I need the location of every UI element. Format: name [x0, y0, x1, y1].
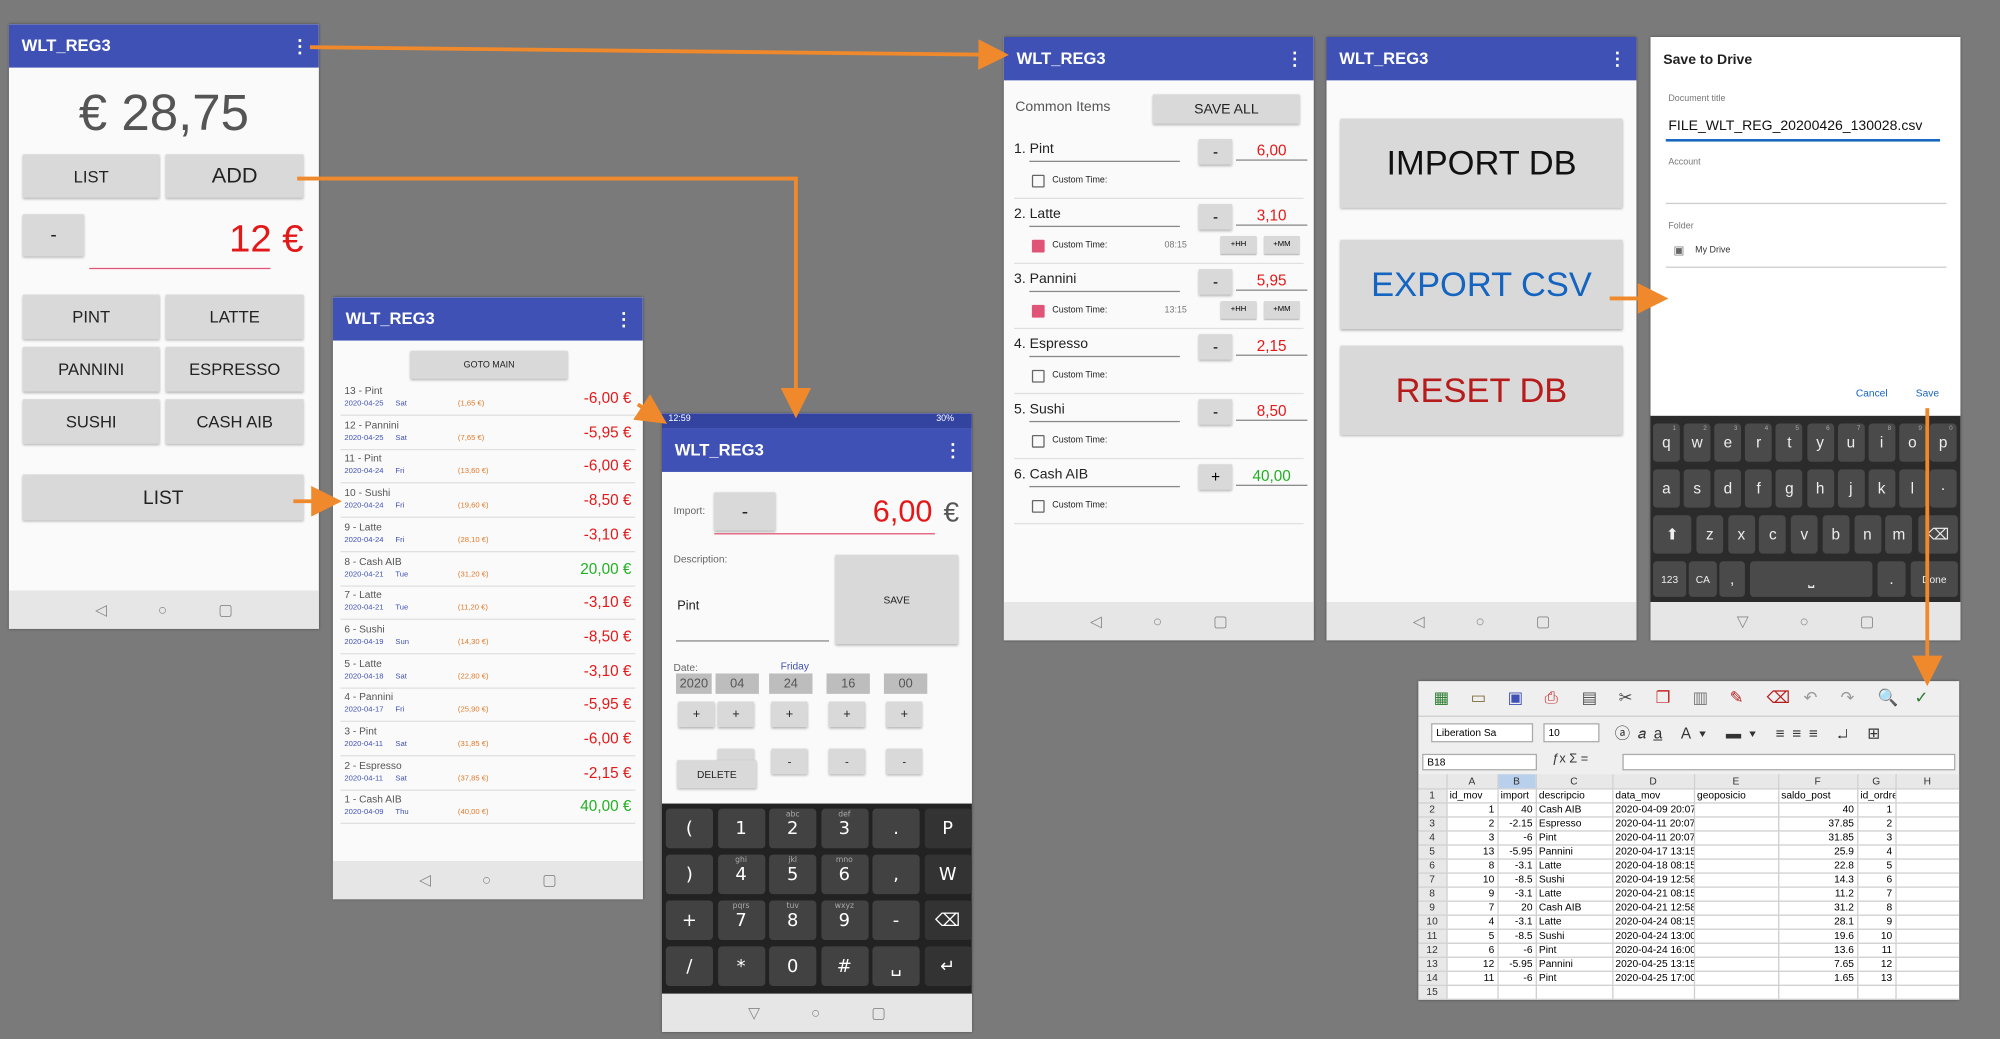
- arrow-add-to-edit: [297, 176, 812, 419]
- arrow-row-to-edit: [633, 394, 668, 424]
- flow-arrows: [293, 39, 1943, 687]
- screens-collage: WLT_REG3 ⋮ € 28,75 LIST ADD - 12 € PINT LA…: [0, 0, 2000, 1039]
- arrow-menu-to-common: [309, 39, 1009, 70]
